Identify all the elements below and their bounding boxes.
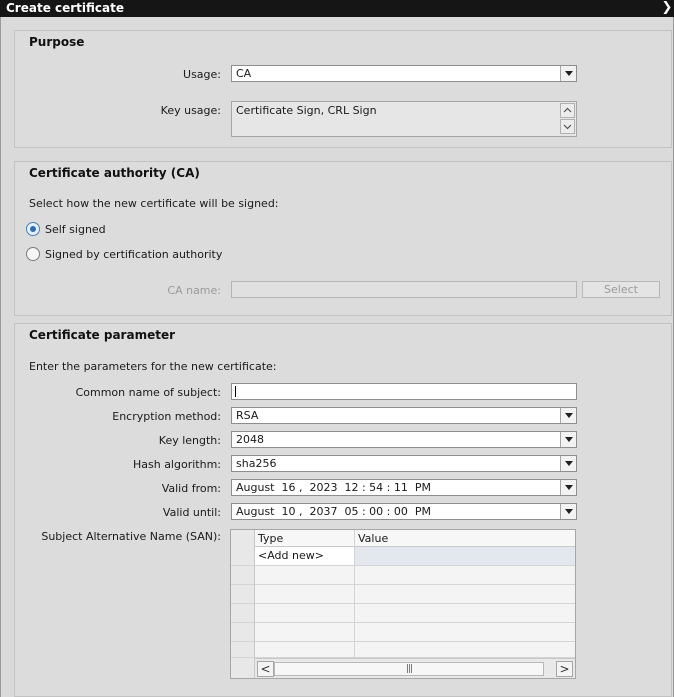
hash-select[interactable]: sha256 bbox=[231, 455, 577, 472]
ca-signed-label[interactable]: Signed by certification authority bbox=[45, 248, 222, 261]
hash-value: sha256 bbox=[236, 457, 277, 470]
empty-cell bbox=[255, 604, 355, 623]
chevron-down-icon[interactable] bbox=[560, 504, 576, 519]
row-header bbox=[231, 642, 255, 658]
chevron-down-icon[interactable] bbox=[560, 432, 576, 447]
self-signed-label[interactable]: Self signed bbox=[45, 223, 106, 236]
san-column-value[interactable]: Value bbox=[355, 530, 575, 547]
ca-instruction: Select how the new certificate will be s… bbox=[29, 197, 279, 210]
usage-select[interactable]: CA bbox=[231, 65, 577, 82]
valid-from-value: August 16 , 2023 12 : 54 : 11 PM bbox=[236, 481, 431, 494]
params-instruction: Enter the parameters for the new certifi… bbox=[29, 360, 277, 373]
empty-cell bbox=[355, 623, 575, 642]
chevron-down-icon[interactable] bbox=[560, 456, 576, 471]
ca-name-label: CA name: bbox=[167, 284, 221, 297]
key-usage-label: Key usage: bbox=[160, 104, 221, 117]
usage-label: Usage: bbox=[183, 68, 221, 81]
chevron-down-icon[interactable] bbox=[560, 480, 576, 495]
valid-until-picker[interactable]: August 10 , 2037 05 : 00 : 00 PM bbox=[231, 503, 577, 520]
chevron-down-icon[interactable] bbox=[560, 66, 576, 81]
scroll-down-icon[interactable] bbox=[560, 119, 575, 134]
params-title: Certificate parameter bbox=[29, 328, 176, 342]
empty-cell bbox=[255, 585, 355, 604]
chevron-down-icon[interactable] bbox=[560, 408, 576, 423]
san-column-type[interactable]: Type bbox=[255, 530, 355, 547]
valid-until-value: August 10 , 2037 05 : 00 : 00 PM bbox=[236, 505, 431, 518]
valid-until-label: Valid until: bbox=[162, 506, 221, 519]
purpose-title: Purpose bbox=[29, 35, 85, 49]
san-table[interactable]: Type Value <Add new> < ||| > bbox=[230, 529, 576, 679]
text-caret bbox=[235, 386, 236, 397]
empty-cell bbox=[255, 566, 355, 585]
row-header bbox=[231, 658, 255, 678]
key-usage-value: Certificate Sign, CRL Sign bbox=[236, 104, 377, 117]
empty-cell bbox=[355, 604, 575, 623]
encryption-label: Encryption method: bbox=[112, 410, 221, 423]
select-ca-button: Select bbox=[582, 281, 660, 298]
row-header[interactable] bbox=[231, 547, 255, 566]
empty-cell bbox=[355, 566, 575, 585]
key-usage-field[interactable]: Certificate Sign, CRL Sign bbox=[231, 101, 577, 137]
self-signed-radio[interactable] bbox=[26, 222, 40, 236]
valid-from-label: Valid from: bbox=[161, 482, 221, 495]
san-add-new-cell[interactable]: <Add new> bbox=[255, 547, 355, 566]
san-value-cell[interactable] bbox=[355, 547, 575, 566]
ca-name-input bbox=[231, 281, 577, 298]
row-header bbox=[231, 623, 255, 642]
close-icon[interactable]: ❯ bbox=[661, 0, 673, 16]
san-table-header: Type Value bbox=[231, 530, 575, 547]
dialog-title: Create certificate bbox=[6, 1, 125, 15]
row-header bbox=[231, 604, 255, 623]
ca-signed-radio[interactable] bbox=[26, 247, 40, 261]
header-corner bbox=[231, 530, 255, 547]
key-length-value: 2048 bbox=[236, 433, 264, 446]
key-length-label: Key length: bbox=[158, 434, 221, 447]
chevron-right-icon[interactable]: > bbox=[556, 661, 573, 677]
key-length-select[interactable]: 2048 bbox=[231, 431, 577, 448]
empty-cell bbox=[355, 585, 575, 604]
empty-cell bbox=[255, 623, 355, 642]
hash-label: Hash algorithm: bbox=[132, 458, 221, 471]
ca-title: Certificate authority (CA) bbox=[29, 166, 200, 180]
usage-value: CA bbox=[236, 67, 252, 80]
valid-from-picker[interactable]: August 16 , 2023 12 : 54 : 11 PM bbox=[231, 479, 577, 496]
dialog-titlebar: Create certificate ❯ bbox=[0, 0, 674, 17]
empty-cell bbox=[255, 642, 355, 658]
scroll-up-icon[interactable] bbox=[560, 103, 575, 118]
chevron-left-icon[interactable]: < bbox=[257, 661, 274, 677]
empty-cell bbox=[355, 642, 575, 658]
common-name-input[interactable] bbox=[231, 383, 577, 400]
encryption-value: RSA bbox=[236, 409, 259, 422]
row-header bbox=[231, 585, 255, 604]
san-label: Subject Alternative Name (SAN): bbox=[41, 530, 221, 543]
row-header bbox=[231, 566, 255, 585]
encryption-select[interactable]: RSA bbox=[231, 407, 577, 424]
horizontal-scrollbar[interactable]: < ||| > bbox=[255, 658, 575, 678]
common-name-label: Common name of subject: bbox=[75, 386, 221, 399]
scroll-thumb[interactable]: ||| bbox=[274, 662, 544, 676]
